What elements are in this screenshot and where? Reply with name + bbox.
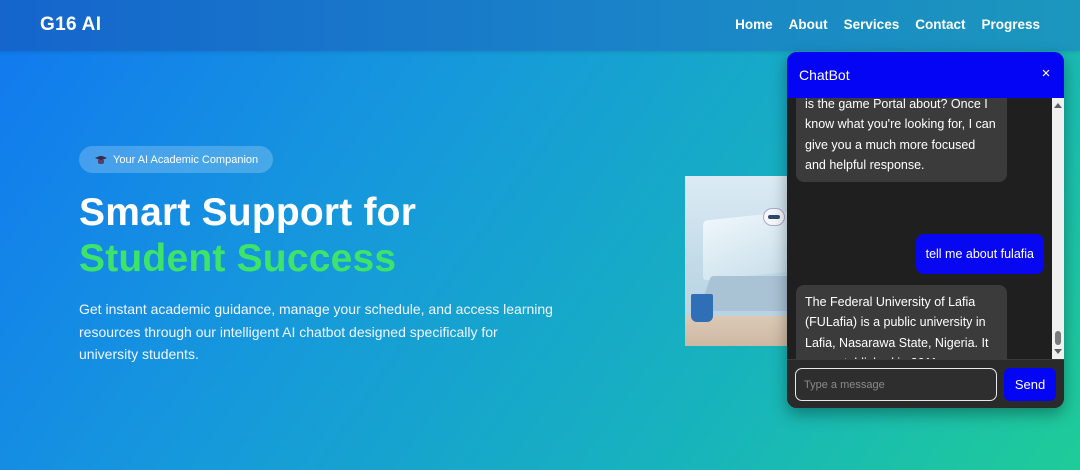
scroll-up-icon[interactable] bbox=[1054, 103, 1062, 108]
chat-footer: Send bbox=[787, 359, 1064, 408]
hero-robot-image bbox=[685, 176, 795, 346]
nav-progress-link[interactable]: Progress bbox=[981, 17, 1040, 32]
scroll-down-icon[interactable] bbox=[1054, 349, 1062, 354]
hero-description: Get instant academic guidance, manage yo… bbox=[79, 301, 553, 362]
nav-contact-link[interactable]: Contact bbox=[915, 17, 965, 32]
nav-services-link[interactable]: Services bbox=[844, 17, 900, 32]
chatbot-title: ChatBot bbox=[799, 67, 850, 83]
graduation-cap-icon bbox=[95, 155, 107, 165]
hero-title-line2: Student Success bbox=[79, 237, 397, 280]
chatbot-window: ChatBot × is the game Portal about? Once… bbox=[787, 52, 1064, 408]
hero-title-line1: Smart Support for bbox=[79, 191, 417, 234]
scroll-thumb[interactable] bbox=[1055, 331, 1061, 345]
hero-badge-label: Your AI Academic Companion bbox=[113, 153, 259, 166]
close-icon[interactable]: × bbox=[1038, 66, 1054, 82]
hero-badge: Your AI Academic Companion bbox=[79, 146, 274, 173]
nav-about-link[interactable]: About bbox=[789, 17, 828, 32]
chat-scrollbar[interactable] bbox=[1052, 98, 1064, 359]
brand-logo[interactable]: G16 AI bbox=[40, 14, 101, 36]
hero-title: Smart Support for Student Success bbox=[79, 190, 416, 282]
nav-home-link[interactable]: Home bbox=[735, 17, 773, 32]
bot-message: The Federal University of Lafia (FULafia… bbox=[796, 285, 1007, 359]
message-input[interactable] bbox=[795, 368, 997, 401]
chat-messages[interactable]: is the game Portal about? Once I know wh… bbox=[787, 98, 1064, 359]
navbar: G16 AI Home About Services Contact Progr… bbox=[0, 0, 1080, 51]
send-button[interactable]: Send bbox=[1004, 368, 1056, 401]
chatbot-header: ChatBot × bbox=[787, 52, 1064, 98]
user-message: tell me about fulafia bbox=[915, 234, 1044, 275]
nav-links: Home About Services Contact Progress bbox=[735, 17, 1040, 32]
bot-message: is the game Portal about? Once I know wh… bbox=[796, 98, 1007, 183]
